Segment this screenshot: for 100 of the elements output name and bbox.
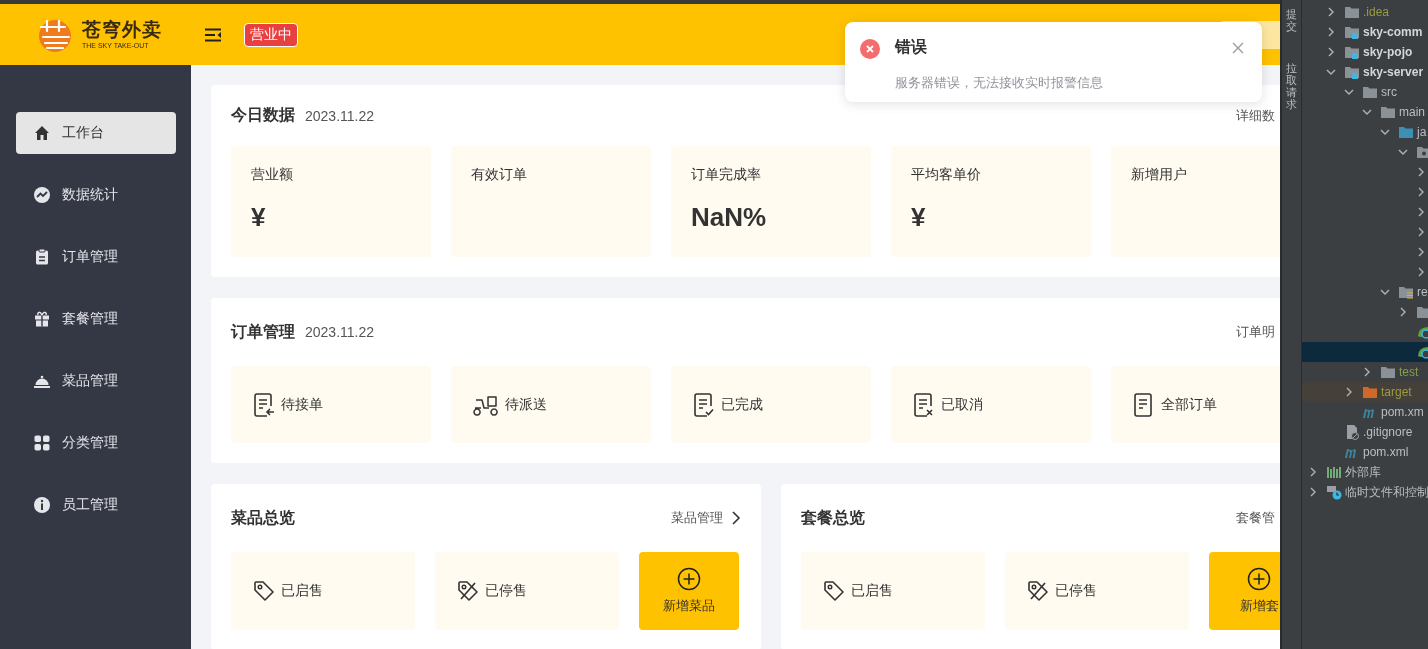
notification-title: 错误	[895, 37, 928, 57]
chevron-right-icon[interactable]	[1326, 27, 1336, 37]
sale-status-tile[interactable]: 已停售	[1005, 552, 1189, 630]
notification-message: 服务器错误，无法接收实时报警信息	[895, 74, 1103, 92]
tree-item[interactable]: src	[1302, 82, 1428, 102]
folder-icon	[1380, 104, 1396, 120]
sidebar-item[interactable]: 订单管理	[16, 236, 176, 278]
info-icon	[33, 496, 51, 514]
tree-item[interactable]: sky-pojo	[1302, 42, 1428, 62]
chevron-right-icon[interactable]	[1326, 47, 1336, 57]
tree-item[interactable]: re	[1302, 282, 1428, 302]
tree-item[interactable]: .idea	[1302, 2, 1428, 22]
tree-item[interactable]: target	[1302, 382, 1428, 402]
chevron-down-icon[interactable]	[1326, 67, 1336, 77]
scratch-icon	[1326, 484, 1342, 500]
stat-value: NaN%	[691, 202, 768, 233]
sale-status-tile[interactable]: 已启售	[801, 552, 985, 630]
tool-window-tab[interactable]: 提交	[1282, 8, 1301, 33]
tree-item[interactable]: sky-comm	[1302, 22, 1428, 42]
add-button[interactable]: 新增套	[1209, 552, 1280, 630]
chevron-right-icon[interactable]	[1362, 367, 1372, 377]
chevron-right-icon[interactable]	[1398, 307, 1408, 317]
card-title: 今日数据	[231, 105, 295, 125]
sidebar-item[interactable]: 数据统计	[16, 174, 176, 216]
card-date: 2023.11.22	[305, 324, 375, 340]
sale-status-label: 已启售	[281, 582, 323, 600]
clipboard-icon	[33, 248, 51, 266]
order-status-label: 已取消	[941, 395, 983, 414]
document-cross-icon	[913, 391, 935, 418]
chart-icon	[33, 186, 51, 204]
chevron-right-icon[interactable]	[1416, 267, 1426, 277]
chevron-right-icon[interactable]	[1416, 227, 1426, 237]
add-button[interactable]: 新增菜品	[639, 552, 739, 630]
order-status-tile[interactable]: 待接单	[231, 366, 431, 443]
tag-slash-icon	[457, 580, 479, 602]
status-badge: 营业中	[244, 22, 298, 47]
chevron-right-icon[interactable]	[1344, 387, 1354, 397]
tree-item[interactable]	[1302, 342, 1428, 362]
sidebar-item[interactable]: 员工管理	[16, 484, 176, 526]
chevron-right-icon	[731, 511, 741, 525]
stat-label: 有效订单	[471, 166, 528, 184]
tree-item[interactable]: 外部库	[1302, 462, 1428, 482]
chevron-down-icon[interactable]	[1344, 87, 1354, 97]
sidebar-item[interactable]: 菜品管理	[16, 360, 176, 402]
chevron-down-icon[interactable]	[1380, 127, 1390, 137]
stat-label: 订单完成率	[691, 166, 762, 184]
order-status-tile[interactable]: 已完成	[671, 366, 871, 443]
grid-icon	[33, 434, 51, 452]
chevron-right-icon[interactable]	[1416, 167, 1426, 177]
chevron-down-icon[interactable]	[1362, 107, 1372, 117]
source-icon	[1398, 124, 1414, 140]
card-date: 2023.11.22	[305, 107, 375, 124]
chevron-right-icon[interactable]	[1416, 207, 1426, 217]
chevron-down-icon[interactable]	[1380, 287, 1390, 297]
order-status-tile[interactable]: 全部订单	[1111, 366, 1280, 443]
plus-icon	[677, 567, 701, 591]
plus-icon	[1247, 567, 1271, 591]
card-title: 菜品总览	[231, 507, 295, 528]
tree-item[interactable]: 临时文件和控制	[1302, 482, 1428, 502]
chevron-right-icon[interactable]	[1416, 187, 1426, 197]
details-link[interactable]: 订单明	[1236, 323, 1280, 341]
document-check-icon	[693, 391, 715, 418]
order-status-label: 待派送	[505, 395, 547, 414]
spring-icon	[1416, 344, 1428, 360]
chevron-right-icon[interactable]	[1308, 467, 1318, 477]
tree-item[interactable]: sky-server	[1302, 62, 1428, 82]
order-status-label: 全部订单	[1161, 395, 1217, 414]
folder-icon	[1362, 84, 1378, 100]
gift-icon	[33, 310, 51, 328]
order-status-tile[interactable]: 已取消	[891, 366, 1091, 443]
order-status-tile[interactable]: 待派送	[451, 366, 651, 443]
sale-status-tile[interactable]: 已启售	[231, 552, 415, 630]
order-status-label: 待接单	[281, 395, 323, 414]
menu-icon[interactable]	[204, 27, 222, 42]
sale-status-label: 已停售	[1055, 582, 1097, 600]
sidebar-item[interactable]: 套餐管理	[16, 298, 176, 340]
sidebar-item[interactable]: 分类管理	[16, 422, 176, 464]
tag-icon	[253, 580, 275, 602]
manage-link[interactable]: 菜品管理	[671, 509, 741, 527]
document-arrow-icon	[253, 391, 275, 418]
manage-link[interactable]: 套餐管	[1236, 509, 1280, 527]
chevron-right-icon[interactable]	[1416, 247, 1426, 257]
tree-item[interactable]: ja	[1302, 122, 1428, 142]
close-icon[interactable]	[1232, 42, 1244, 54]
tag-icon	[823, 580, 845, 602]
tree-item[interactable]: .gitignore	[1302, 422, 1428, 442]
chevron-right-icon[interactable]	[1308, 487, 1318, 497]
chevron-down-icon[interactable]	[1398, 147, 1408, 157]
document-icon	[1133, 391, 1155, 418]
sale-status-tile[interactable]: 已停售	[435, 552, 619, 630]
tree-item[interactable]: main	[1302, 102, 1428, 122]
module-icon	[1344, 44, 1360, 60]
tree-item[interactable]: pom.xml	[1302, 442, 1428, 462]
chevron-right-icon[interactable]	[1326, 7, 1336, 17]
sidebar-item[interactable]: 工作台	[16, 112, 176, 154]
tool-window-tab[interactable]: 拉取请求	[1282, 62, 1301, 111]
card-title: 订单管理	[231, 321, 295, 342]
tree-item[interactable]: pom.xm	[1302, 402, 1428, 422]
details-link[interactable]: 详细数	[1236, 106, 1280, 125]
sale-status-label: 已启售	[851, 582, 893, 600]
